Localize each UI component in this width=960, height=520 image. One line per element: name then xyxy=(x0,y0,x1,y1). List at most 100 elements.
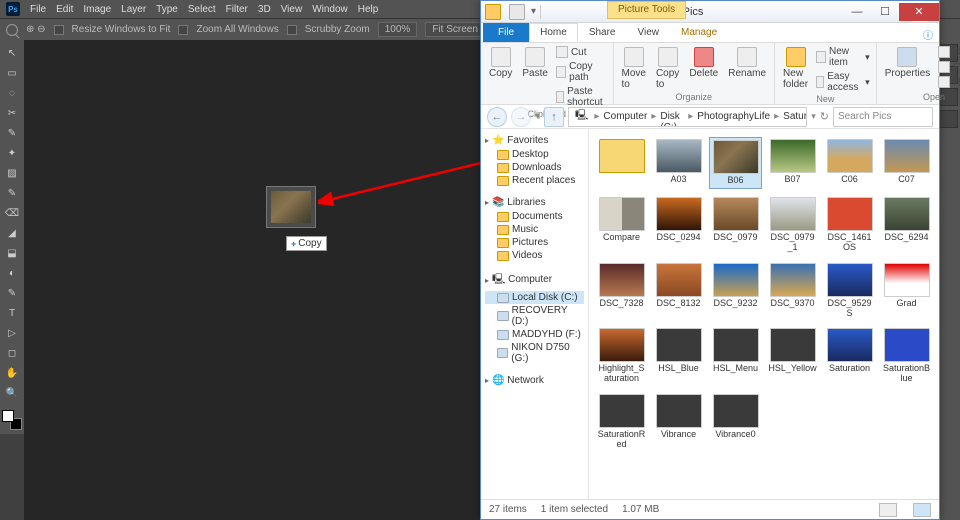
ribbon-tab-file[interactable]: File xyxy=(483,23,529,42)
nav-item[interactable]: Music xyxy=(485,223,584,236)
file-item[interactable]: Vibrance0 xyxy=(709,392,762,452)
file-item[interactable]: A03 xyxy=(652,137,705,189)
nav-item[interactable]: NIKON D750 (G:) xyxy=(485,341,584,365)
new-item-button[interactable]: New item ▾ xyxy=(814,45,872,69)
copy-path-button[interactable]: Copy path xyxy=(554,60,609,84)
ps-tool-10[interactable]: ⬓ xyxy=(2,244,22,262)
file-item[interactable]: DSC_9370 xyxy=(766,261,819,321)
file-item[interactable]: C07 xyxy=(880,137,933,189)
nav-item[interactable]: MADDYHD (F:) xyxy=(485,328,584,341)
ps-tool-1[interactable]: ▭ xyxy=(2,64,22,82)
menu-view[interactable]: View xyxy=(281,4,303,15)
picture-tools-tab[interactable]: Picture Tools xyxy=(607,1,686,19)
file-item[interactable]: SaturationBlue xyxy=(880,326,933,386)
copy-button[interactable]: Copy xyxy=(485,45,516,81)
file-item[interactable]: DSC_0294 xyxy=(652,195,705,255)
explorer-titlebar[interactable]: ▾ Picture Tools Pics — ☐ ✕ xyxy=(481,1,939,23)
ps-tool-5[interactable]: ✦ xyxy=(2,144,22,162)
file-item[interactable]: Highlight_Saturation xyxy=(595,326,648,386)
nav-item[interactable]: Desktop xyxy=(485,148,584,161)
menu-file[interactable]: File xyxy=(30,4,46,15)
menu-3d[interactable]: 3D xyxy=(258,4,271,15)
file-item[interactable]: HSL_Menu xyxy=(709,326,762,386)
menu-image[interactable]: Image xyxy=(83,4,111,15)
ps-tool-13[interactable]: T xyxy=(2,304,22,322)
history-button[interactable]: History xyxy=(936,75,960,89)
ps-tool-11[interactable]: ◐ xyxy=(2,264,22,282)
nav-group[interactable]: 📚 Libraries xyxy=(485,197,584,208)
ps-tool-7[interactable]: ✎ xyxy=(2,184,22,202)
edit-button[interactable]: Edit xyxy=(936,60,960,74)
cut-button[interactable]: Cut xyxy=(554,45,609,59)
nav-item[interactable]: Videos xyxy=(485,249,584,262)
file-item[interactable]: Vibrance xyxy=(652,392,705,452)
menu-select[interactable]: Select xyxy=(188,4,216,15)
file-item[interactable]: DSC_7328 xyxy=(595,261,648,321)
ribbon-tab-view[interactable]: View xyxy=(627,23,671,42)
file-item[interactable]: Compare xyxy=(595,195,648,255)
ps-tool-2[interactable]: ◌ xyxy=(2,84,22,102)
file-item[interactable]: C06 xyxy=(823,137,876,189)
new-folder-button[interactable]: New folder xyxy=(779,45,812,92)
file-item[interactable]: DSC_0979 xyxy=(709,195,762,255)
move-to-button[interactable]: Move to xyxy=(618,45,650,92)
search-input[interactable]: Search Pics xyxy=(833,107,933,127)
rename-button[interactable]: Rename xyxy=(724,45,770,81)
file-item[interactable]: Grad xyxy=(880,261,933,321)
ps-tool-16[interactable]: ✋ xyxy=(2,364,22,382)
file-item[interactable] xyxy=(595,137,648,189)
open-button[interactable]: Open ▾ xyxy=(936,45,960,59)
file-item[interactable]: HSL_Blue xyxy=(652,326,705,386)
nav-item[interactable]: Recent places xyxy=(485,174,584,187)
minimize-button[interactable]: — xyxy=(843,3,871,21)
view-icons-button[interactable] xyxy=(913,503,931,517)
color-swatch[interactable] xyxy=(2,410,22,430)
scrubby-zoom-checkbox[interactable] xyxy=(287,25,297,35)
nav-group[interactable]: 🌐 Network xyxy=(485,375,584,386)
file-item[interactable]: DSC_6294 xyxy=(880,195,933,255)
ps-tool-4[interactable]: ✎ xyxy=(2,124,22,142)
file-item[interactable]: Saturation xyxy=(823,326,876,386)
file-item[interactable]: SaturationRed xyxy=(595,392,648,452)
file-item[interactable]: DSC_9232 xyxy=(709,261,762,321)
nav-group[interactable]: ⭐ Favorites xyxy=(485,135,584,146)
breadcrumb[interactable]: 🖳▸Computer▸Local Disk (C:)▸PhotographyLi… xyxy=(568,107,807,127)
ps-tool-9[interactable]: ◢ xyxy=(2,224,22,242)
ps-tool-6[interactable]: ▨ xyxy=(2,164,22,182)
forward-button[interactable]: → xyxy=(511,107,531,127)
zoom-all-checkbox[interactable] xyxy=(178,25,188,35)
ribbon-tab-home[interactable]: Home xyxy=(529,23,578,42)
up-button[interactable]: ↑ xyxy=(544,107,564,127)
file-item[interactable]: DSC_9529S xyxy=(823,261,876,321)
file-item[interactable]: DSC_8132 xyxy=(652,261,705,321)
ps-tool-14[interactable]: ▷ xyxy=(2,324,22,342)
easy-access-button[interactable]: Easy access ▾ xyxy=(814,70,872,94)
nav-group[interactable]: 🖳 Computer xyxy=(485,272,584,289)
file-list[interactable]: A03B06B07C06C07CompareDSC_0294DSC_0979DS… xyxy=(589,129,939,499)
nav-item[interactable]: Downloads xyxy=(485,161,584,174)
menu-type[interactable]: Type xyxy=(156,4,178,15)
nav-item[interactable]: RECOVERY (D:) xyxy=(485,304,584,328)
menu-help[interactable]: Help xyxy=(358,4,379,15)
zoom-100-button[interactable]: 100% xyxy=(378,22,418,37)
resize-windows-checkbox[interactable] xyxy=(54,25,64,35)
ps-tool-0[interactable]: ↖ xyxy=(2,44,22,62)
copy-to-button[interactable]: Copy to xyxy=(652,45,683,92)
properties-button[interactable]: Properties xyxy=(881,45,935,81)
ps-tool-12[interactable]: ✎ xyxy=(2,284,22,302)
menu-layer[interactable]: Layer xyxy=(121,4,146,15)
nav-item[interactable]: Documents xyxy=(485,210,584,223)
menu-filter[interactable]: Filter xyxy=(226,4,248,15)
help-icon[interactable]: ⓘ xyxy=(917,27,939,42)
ribbon-tab-manage[interactable]: Manage xyxy=(670,23,728,42)
ps-tool-15[interactable]: ◻ xyxy=(2,344,22,362)
maximize-button[interactable]: ☐ xyxy=(871,3,899,21)
view-details-button[interactable] xyxy=(879,503,897,517)
refresh-button[interactable]: ↻ xyxy=(820,110,829,123)
delete-button[interactable]: Delete xyxy=(685,45,722,81)
nav-item[interactable]: Local Disk (C:) xyxy=(485,291,584,304)
file-item[interactable]: DSC_0979_1 xyxy=(766,195,819,255)
file-item[interactable]: DSC_1461OS xyxy=(823,195,876,255)
ps-tool-8[interactable]: ⌫ xyxy=(2,204,22,222)
file-item[interactable]: B06 xyxy=(709,137,762,189)
